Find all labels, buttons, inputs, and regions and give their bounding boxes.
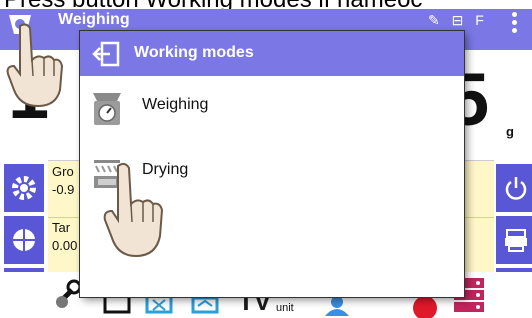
gear-icon[interactable] [4,164,44,212]
scale-icon [90,89,124,129]
dialog-title: Working modes [134,44,254,61]
user-icon[interactable] [322,294,352,316]
pointing-hand-icon [6,23,64,108]
app-title: Weighing [58,11,130,28]
info-value: -0.9 [52,182,75,197]
status-icons: ✎ ⊟ F [428,12,488,28]
info-value: 0.00 [52,238,78,253]
unit-icon[interactable]: unit [276,302,294,314]
info-label: Gro [52,164,74,179]
mode-item-weighing[interactable]: Weighing [80,76,464,142]
power-icon[interactable] [496,164,532,212]
mode-label: Weighing [142,96,209,113]
kebab-menu-icon[interactable] [512,12,518,36]
weight-unit: g [506,124,514,139]
info-label: Tar [52,220,71,235]
pointing-hand-icon [103,162,164,258]
exit-icon[interactable] [92,41,120,67]
pie-icon[interactable] [4,216,44,264]
printer-icon[interactable] [496,216,532,264]
